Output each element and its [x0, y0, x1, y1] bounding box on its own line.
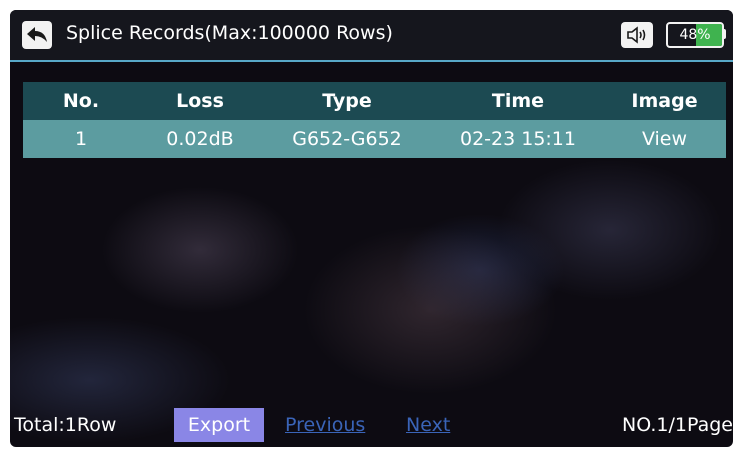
next-page-link[interactable]: Next: [406, 414, 450, 436]
table-header-row: No. Loss Type Time Image: [23, 82, 726, 120]
cell-no: 1: [23, 120, 139, 158]
column-header-no: No.: [23, 82, 139, 120]
page-indicator: NO.1/1Page: [621, 414, 733, 436]
splice-records-table: No. Loss Type Time Image 1 0.02dB G652-G…: [23, 82, 726, 158]
column-header-time: Time: [433, 82, 603, 120]
column-header-type: Type: [261, 82, 433, 120]
device-screen: Splice Records(Max:100000 Rows) 48% No. …: [10, 10, 733, 447]
battery-indicator: 48%: [666, 22, 724, 48]
speaker-icon: [627, 26, 646, 44]
cell-loss: 0.02dB: [139, 120, 261, 158]
back-arrow-icon: [27, 27, 47, 42]
back-button[interactable]: [22, 21, 52, 49]
cell-time: 02-23 15:11: [433, 120, 603, 158]
battery-percent: 48%: [679, 27, 711, 43]
export-button[interactable]: Export: [174, 408, 264, 442]
column-header-image: Image: [603, 82, 726, 120]
table-row[interactable]: 1 0.02dB G652-G652 02-23 15:11 View: [23, 120, 726, 158]
sound-button[interactable]: [621, 22, 653, 48]
column-header-loss: Loss: [139, 82, 261, 120]
cell-type: G652-G652: [261, 120, 433, 158]
total-rows: Total:1Row: [14, 414, 117, 436]
title-bar: Splice Records(Max:100000 Rows) 48%: [10, 10, 733, 62]
battery-tip: [722, 29, 726, 39]
previous-page-link[interactable]: Previous: [285, 414, 365, 436]
view-image-link[interactable]: View: [603, 120, 726, 158]
page-title: Splice Records(Max:100000 Rows): [66, 22, 393, 44]
